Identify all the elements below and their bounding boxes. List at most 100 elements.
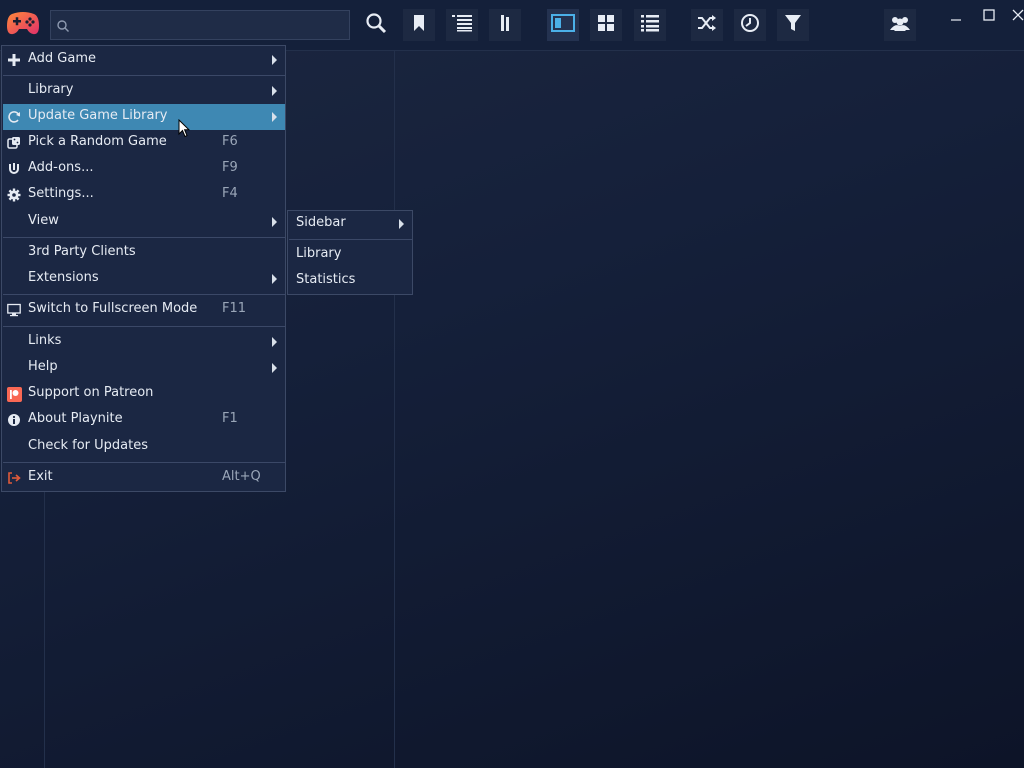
plug-icon	[6, 161, 22, 177]
menu-item-shortcut: F1	[222, 411, 238, 426]
menu-item-exit[interactable]: Exit Alt+Q	[3, 465, 285, 491]
menu-item-label: Sidebar	[296, 215, 346, 230]
submenu-arrow-icon	[399, 219, 404, 229]
submenu-arrow-icon	[272, 55, 277, 65]
magnifier-icon	[365, 12, 387, 38]
menu-item-support-on-patreon[interactable]: Support on Patreon	[3, 381, 285, 407]
menu-item-help[interactable]: Help	[3, 355, 285, 381]
menu-item-label: Update Game Library	[28, 108, 168, 123]
gear-icon	[6, 187, 22, 203]
details-view-button[interactable]	[634, 9, 666, 41]
menu-item-view[interactable]: View	[3, 209, 285, 235]
submenu-arrow-icon	[272, 112, 277, 122]
submenu-item-statistics[interactable]: Statistics	[289, 268, 412, 294]
search-icon	[56, 18, 70, 37]
menu-item-links[interactable]: Links	[3, 329, 285, 355]
filter-button[interactable]	[777, 9, 809, 41]
menu-separator	[3, 75, 285, 76]
submenu-arrow-icon	[272, 86, 277, 96]
search-box[interactable]	[50, 10, 350, 41]
menu-item-label: About Playnite	[28, 411, 123, 426]
submenu-item-sidebar[interactable]: Sidebar	[289, 211, 412, 237]
grouping-button[interactable]	[489, 9, 521, 41]
search-toggle-button[interactable]	[360, 9, 392, 41]
close-icon	[1012, 6, 1024, 25]
top-toolbar	[0, 0, 1024, 50]
menu-item-extensions[interactable]: Extensions	[3, 266, 285, 292]
random-game-button[interactable]	[691, 9, 723, 41]
menu-item-shortcut: F4	[222, 186, 238, 201]
menu-item-label: Help	[28, 359, 58, 374]
sidebar-view-icon	[551, 14, 575, 36]
menu-item-shortcut: Alt+Q	[222, 469, 261, 484]
menu-item-add-game[interactable]: Add Game	[3, 47, 285, 73]
details-view-icon	[640, 14, 660, 36]
menu-item-label: Pick a Random Game	[28, 134, 167, 149]
menu-item-shortcut: F6	[222, 134, 238, 149]
menu-item-label: Library	[296, 246, 342, 261]
submenu-arrow-icon	[272, 274, 277, 284]
menu-item-label: Exit	[28, 469, 53, 484]
menu-item-label: Settings...	[28, 186, 94, 201]
menu-item-pick-random-game[interactable]: Pick a Random Game F6	[3, 130, 285, 156]
minimize-button[interactable]	[941, 4, 971, 26]
main-menu: Add Game Library Update Game Library Pic…	[1, 45, 286, 492]
grid-view-icon	[597, 14, 615, 36]
menu-item-3rd-party-clients[interactable]: 3rd Party Clients	[3, 240, 285, 266]
menu-item-update-game-library[interactable]: Update Game Library	[3, 104, 285, 130]
exit-icon	[6, 470, 22, 486]
menu-item-label: Extensions	[28, 270, 99, 285]
menu-item-settings[interactable]: Settings... F4	[3, 182, 285, 208]
menu-item-label: Add-ons...	[28, 160, 94, 175]
minimize-icon	[951, 6, 961, 25]
explorer-panel-button[interactable]	[446, 9, 478, 41]
submenu-item-library[interactable]: Library	[289, 242, 412, 268]
info-icon	[6, 412, 22, 428]
menu-item-label: Switch to Fullscreen Mode	[28, 301, 198, 316]
menu-separator	[3, 326, 285, 327]
bookmark-icon	[412, 14, 426, 36]
menu-item-fullscreen-mode[interactable]: Switch to Fullscreen Mode F11	[3, 297, 285, 323]
menu-item-label: Links	[28, 333, 62, 348]
mouse-cursor-icon	[178, 118, 191, 142]
close-button[interactable]	[1003, 4, 1024, 26]
menu-separator	[3, 237, 285, 238]
grouping-icon	[498, 14, 512, 36]
maximize-button[interactable]	[974, 4, 1004, 26]
recent-activity-button[interactable]	[734, 9, 766, 41]
search-input[interactable]	[73, 11, 349, 41]
menu-separator	[3, 294, 285, 295]
menu-item-check-for-updates[interactable]: Check for Updates	[3, 434, 285, 460]
sidebar-view-button[interactable]	[547, 9, 579, 41]
library-panel-divider	[394, 50, 395, 768]
filter-icon	[784, 14, 802, 36]
menu-item-label: View	[28, 213, 59, 228]
monitor-icon	[6, 302, 22, 318]
grid-view-button[interactable]	[590, 9, 622, 41]
plus-icon	[6, 52, 22, 68]
submenu-arrow-icon	[272, 337, 277, 347]
list-view-icon	[451, 14, 473, 36]
menu-item-label: 3rd Party Clients	[28, 244, 136, 259]
menu-separator	[3, 462, 285, 463]
favorites-button[interactable]	[403, 9, 435, 41]
menu-item-label: Statistics	[296, 272, 356, 287]
menu-item-about-playnite[interactable]: About Playnite F1	[3, 407, 285, 433]
menu-item-label: Check for Updates	[28, 438, 148, 453]
submenu-arrow-icon	[272, 217, 277, 227]
sidebar-divider	[44, 490, 45, 768]
menu-item-label: Support on Patreon	[28, 385, 154, 400]
shuffle-icon	[697, 15, 717, 35]
menu-item-library[interactable]: Library	[3, 78, 285, 104]
maximize-icon	[983, 6, 995, 25]
dice-icon	[6, 135, 22, 151]
clock-icon	[740, 13, 760, 37]
submenu-arrow-icon	[272, 363, 277, 373]
menu-item-add-ons[interactable]: Add-ons... F9	[3, 156, 285, 182]
accounts-button[interactable]	[884, 9, 916, 41]
menu-separator	[289, 239, 412, 240]
patreon-icon	[6, 386, 22, 402]
menu-item-shortcut: F9	[222, 160, 238, 175]
menu-item-label: Library	[28, 82, 74, 97]
playnite-logo-icon[interactable]	[6, 8, 40, 38]
